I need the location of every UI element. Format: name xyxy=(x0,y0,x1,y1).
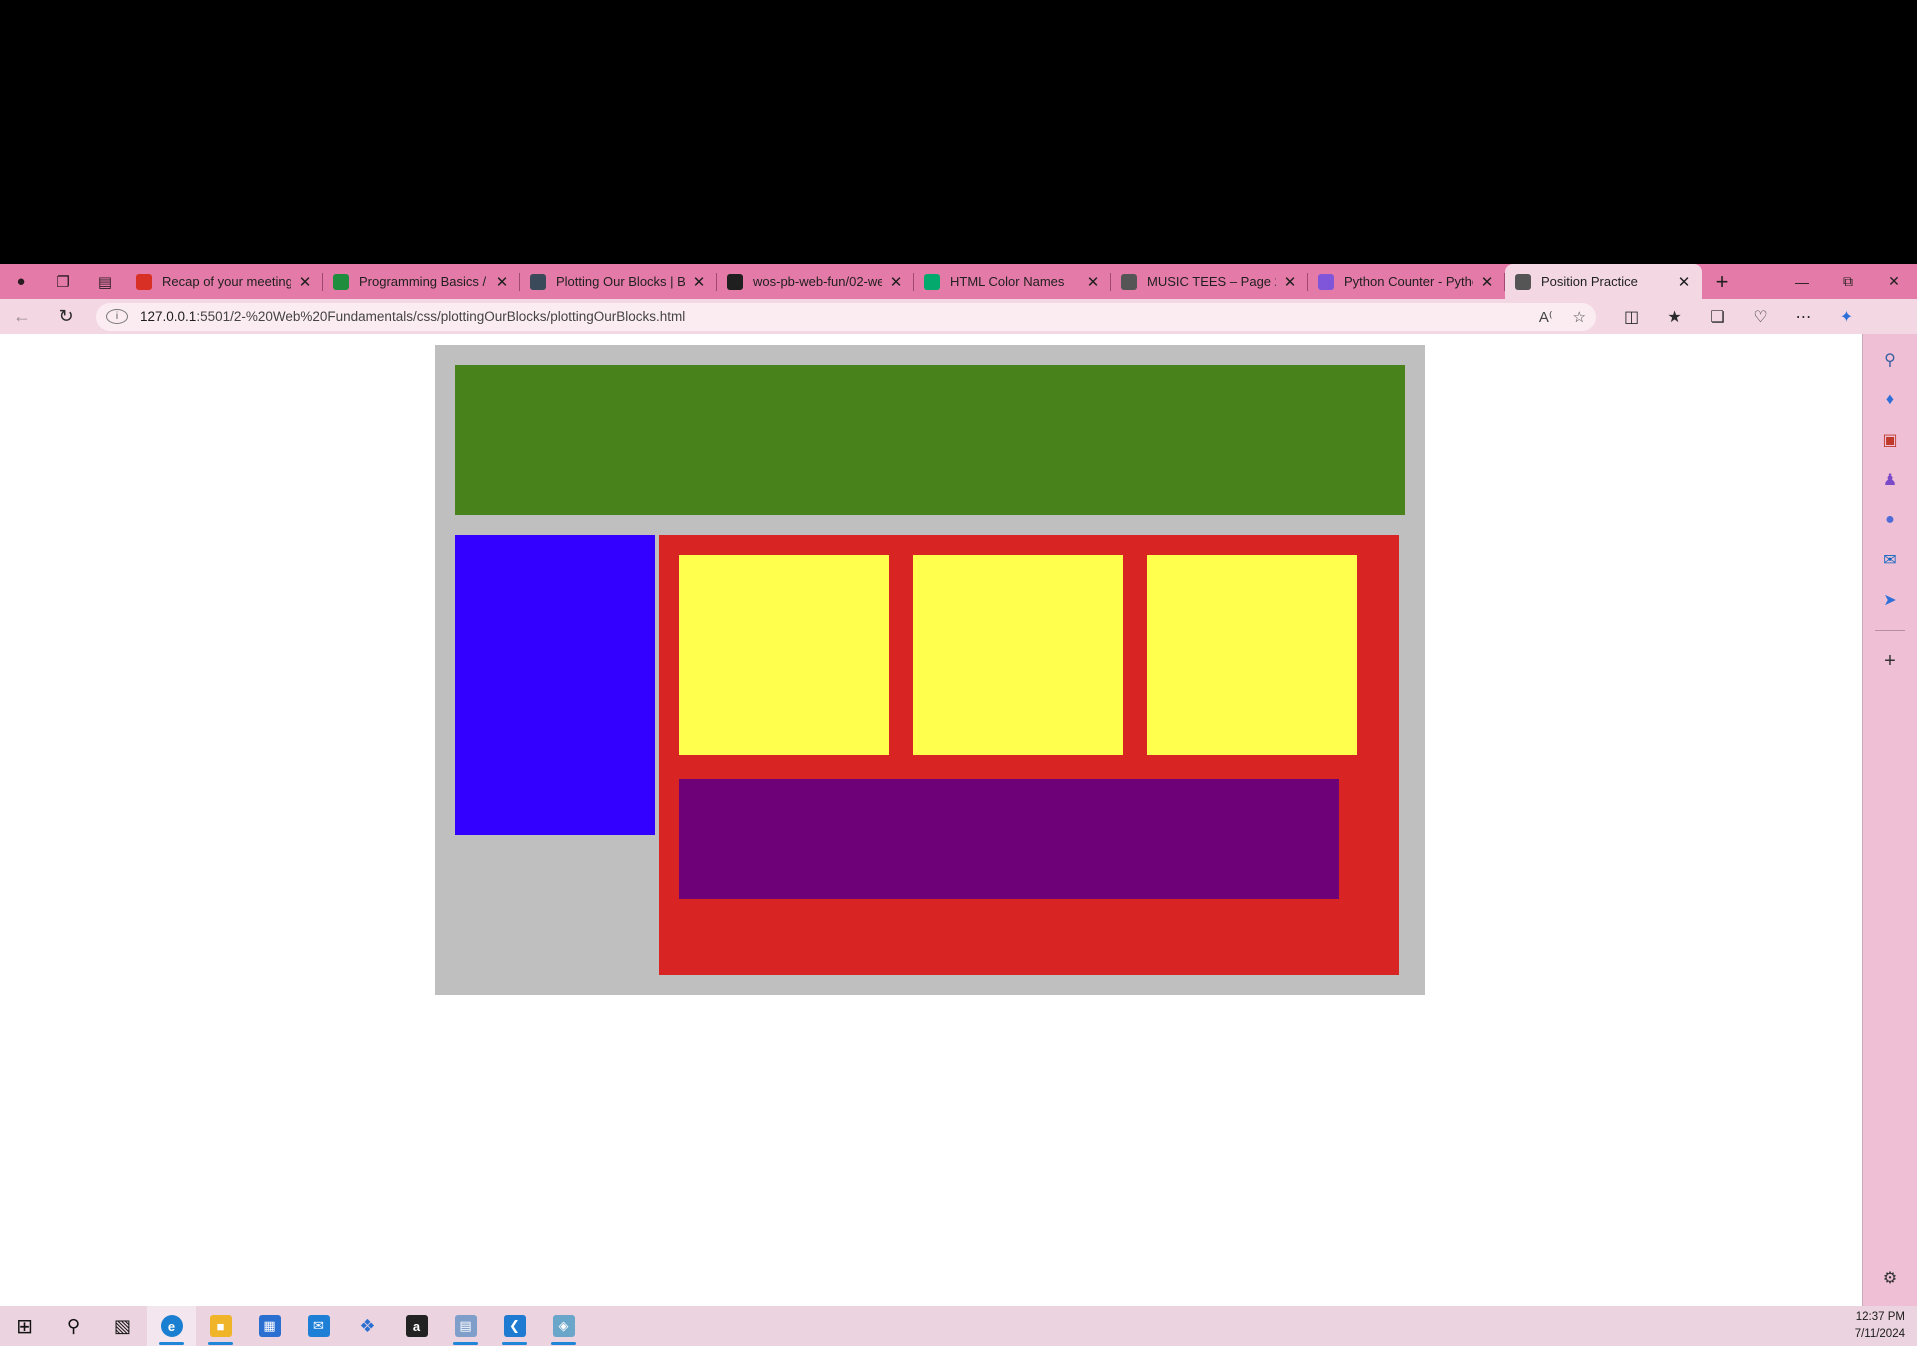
url-host: 127.0.0.1 xyxy=(140,309,197,324)
microsoft-store-icon[interactable]: ▦ xyxy=(245,1306,294,1346)
start-button[interactable]: ⊞ xyxy=(0,1306,49,1346)
tab-close-icon[interactable]: ✕ xyxy=(1676,273,1692,291)
page-icon xyxy=(1515,273,1531,290)
yellow-card-2 xyxy=(913,555,1123,755)
header-block xyxy=(455,365,1405,515)
tab-close-icon[interactable]: ✕ xyxy=(1479,273,1495,291)
tab-title: Recap of your meeting w xyxy=(162,274,291,289)
amazon-icon[interactable]: a xyxy=(392,1306,441,1346)
page-viewport xyxy=(0,334,1862,1306)
yellow-card-3 xyxy=(1147,555,1357,755)
main-block xyxy=(659,535,1399,975)
browser-essentials-icon[interactable]: ♡ xyxy=(1739,299,1782,334)
copilot-icon[interactable]: ✦ xyxy=(1825,299,1868,334)
shopping-tag-icon[interactable]: ♦ xyxy=(1863,380,1917,420)
browser-tab[interactable]: Programming Basics / W ✕ xyxy=(323,264,520,299)
workspaces-icon[interactable]: ❐ xyxy=(42,264,84,299)
taskbar-search-icon[interactable]: ⚲ xyxy=(49,1306,98,1346)
tab-title: Plotting Our Blocks | Box xyxy=(556,274,685,289)
browser-tab[interactable]: Plotting Our Blocks | Box ✕ xyxy=(520,264,717,299)
address-bar[interactable]: i 127.0.0.1:5501/2-%20Web%20Fundamentals… xyxy=(96,302,1596,331)
profile-icon[interactable]: ● xyxy=(0,264,42,299)
mail-icon[interactable]: ✉ xyxy=(294,1306,343,1346)
favorite-star-icon[interactable]: ☆ xyxy=(1573,308,1586,326)
browser-toolbar: ← ↻ i 127.0.0.1:5501/2-%20Web%20Fundamen… xyxy=(0,299,1917,334)
tab-title: Programming Basics / W xyxy=(359,274,488,289)
url-path: :5501/2-%20Web%20Fundamentals/css/plotti… xyxy=(196,309,686,324)
browser-tab[interactable]: Recap of your meeting w ✕ xyxy=(126,264,323,299)
tab-close-icon[interactable]: ✕ xyxy=(691,273,707,291)
collections-icon[interactable]: ❏ xyxy=(1696,299,1739,334)
canvas-icon xyxy=(530,273,546,290)
yellow-card-1 xyxy=(679,555,889,755)
sidebar-separator xyxy=(1875,630,1905,631)
sheets-icon xyxy=(333,273,349,290)
clock-time: 12:37 PM xyxy=(1855,1311,1905,1323)
tab-title: Position Practice xyxy=(1541,274,1638,289)
add-sidebar-app-icon[interactable]: + xyxy=(1863,641,1917,681)
tools-briefcase-icon[interactable]: ▣ xyxy=(1863,420,1917,460)
search-icon[interactable]: ⚲ xyxy=(1863,340,1917,380)
read-aloud-icon[interactable]: A⁽ xyxy=(1539,308,1553,326)
back-button[interactable]: ← xyxy=(0,299,44,334)
edge-taskbar-icon[interactable]: e xyxy=(147,1306,196,1346)
w3schools-icon xyxy=(924,273,940,290)
tab-close-icon[interactable]: ✕ xyxy=(1282,273,1298,291)
purple-block xyxy=(679,779,1339,899)
new-tab-button[interactable]: + xyxy=(1702,264,1742,299)
tab-close-icon[interactable]: ✕ xyxy=(297,273,313,291)
browser-tab[interactable]: Position Practice ✕ xyxy=(1505,264,1702,299)
minimize-icon[interactable]: — xyxy=(1779,264,1825,299)
close-window-icon[interactable]: ✕ xyxy=(1871,264,1917,299)
tab-title: MUSIC TEES – Page 2 – S xyxy=(1147,274,1276,289)
tab-actions-icon[interactable]: ▤ xyxy=(84,264,126,299)
tab-title: HTML Color Names xyxy=(950,274,1065,289)
split-screen-icon[interactable]: ◫ xyxy=(1610,299,1653,334)
browser-tab[interactable]: MUSIC TEES – Page 2 – S ✕ xyxy=(1111,264,1308,299)
browser-tab[interactable]: HTML Color Names ✕ xyxy=(914,264,1111,299)
screen-letterbox xyxy=(0,0,1917,264)
tab-bar: ● ❐ ▤ Recap of your meeting w✕Programmin… xyxy=(0,264,1917,299)
tab-close-icon[interactable]: ✕ xyxy=(1085,273,1101,291)
sidebar-block xyxy=(455,535,655,835)
clock-date: 7/11/2024 xyxy=(1854,1328,1905,1340)
container-block xyxy=(435,345,1425,995)
browser-tab[interactable]: wos-pb-web-fun/02-web ✕ xyxy=(717,264,914,299)
edge-sidebar: ⚲ ♦ ▣ ♟ ● ✉ ➤ + ⚙ xyxy=(1863,334,1917,1306)
tab-title: Python Counter - Python xyxy=(1344,274,1473,289)
browser-tab[interactable]: Python Counter - Python ✕ xyxy=(1308,264,1505,299)
dropbox-icon[interactable]: ❖ xyxy=(343,1306,392,1346)
more-menu-icon[interactable]: ⋯ xyxy=(1782,299,1825,334)
refresh-button[interactable]: ↻ xyxy=(44,299,88,334)
restore-icon[interactable]: ⧉ xyxy=(1825,264,1871,299)
gmail-icon xyxy=(136,273,152,290)
favorites-icon[interactable]: ★ xyxy=(1653,299,1696,334)
microsoft-365-icon[interactable]: ● xyxy=(1863,500,1917,540)
sidebar-settings-icon[interactable]: ⚙ xyxy=(1863,1258,1917,1298)
url-text[interactable]: 127.0.0.1:5501/2-%20Web%20Fundamentals/c… xyxy=(140,309,685,324)
replit-icon xyxy=(1318,273,1334,290)
games-icon[interactable]: ♟ xyxy=(1863,460,1917,500)
site-info-icon[interactable]: i xyxy=(106,309,128,324)
system-clock[interactable]: 12:37 PM 7/11/2024 xyxy=(1855,1309,1905,1343)
tab-close-icon[interactable]: ✕ xyxy=(494,273,510,291)
task-view-icon[interactable]: ▧ xyxy=(98,1306,147,1346)
tab-title: wos-pb-web-fun/02-web xyxy=(753,274,882,289)
tab-close-icon[interactable]: ✕ xyxy=(888,273,904,291)
vscode-icon[interactable]: ❮ xyxy=(490,1306,539,1346)
app-icon[interactable]: ◈ xyxy=(539,1306,588,1346)
snipping-tool-icon[interactable]: ▤ xyxy=(441,1306,490,1346)
document-icon xyxy=(1121,273,1137,290)
drop-send-icon[interactable]: ➤ xyxy=(1863,580,1917,620)
outlook-icon[interactable]: ✉ xyxy=(1863,540,1917,580)
windows-taskbar: ⊞ ⚲ ▧ e ■ ▦ ✉ ❖ a ▤ ❮ ◈ 12:37 PM 7/11/20… xyxy=(0,1306,1917,1346)
file-explorer-icon[interactable]: ■ xyxy=(196,1306,245,1346)
github-icon xyxy=(727,273,743,290)
